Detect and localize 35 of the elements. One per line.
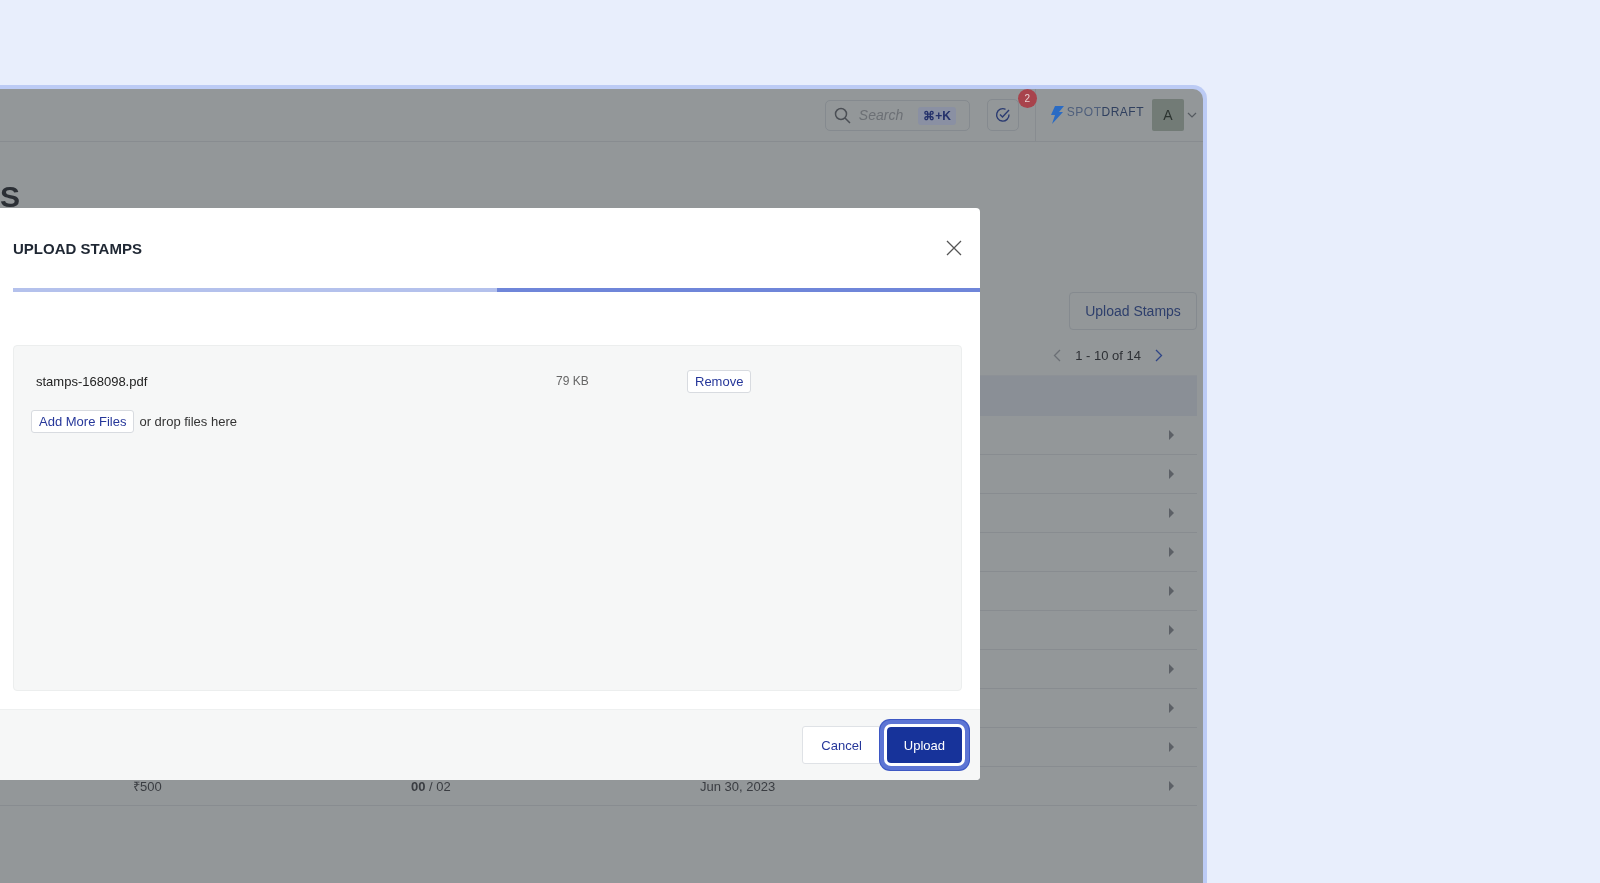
close-icon[interactable] bbox=[946, 240, 962, 256]
upload-stamps-button[interactable]: Upload Stamps bbox=[1069, 292, 1197, 330]
caret-icon[interactable] bbox=[1168, 781, 1175, 791]
previous-icon[interactable] bbox=[1053, 348, 1062, 362]
check-circle-icon bbox=[994, 107, 1011, 123]
dialog-title: UPLOAD STAMPS bbox=[13, 239, 142, 257]
caret-icon[interactable] bbox=[1168, 703, 1175, 713]
caret-icon[interactable] bbox=[1168, 547, 1175, 557]
table-cell-text: ₹500 bbox=[133, 778, 162, 795]
notification-badge: 2 bbox=[1017, 89, 1037, 108]
drop-hint: or drop files here bbox=[139, 414, 237, 429]
caret-icon[interactable] bbox=[1168, 508, 1175, 518]
caret-icon[interactable] bbox=[1168, 430, 1175, 440]
file-size: 79 KB bbox=[556, 374, 590, 388]
shortcut-hint: ⌘+K bbox=[918, 106, 956, 125]
caret-icon[interactable] bbox=[1168, 664, 1175, 674]
page-title: S bbox=[0, 180, 21, 215]
caret-icon[interactable] bbox=[1168, 469, 1175, 479]
file-name: stamps-168098.pdf bbox=[36, 373, 149, 389]
cancel-button[interactable]: Cancel bbox=[802, 726, 881, 764]
tasks-button[interactable] bbox=[986, 99, 1019, 131]
drop-zone[interactable]: stamps-168098.pdf 79 KB Remove Add More Files or drop files here bbox=[13, 345, 962, 691]
bolt-icon bbox=[1049, 106, 1064, 124]
pagination-text: 1 - 10 of 14 bbox=[1075, 347, 1141, 363]
caret-icon[interactable] bbox=[1168, 625, 1175, 635]
remove-button[interactable]: Remove bbox=[687, 369, 752, 393]
add-files-button[interactable]: Add More Files bbox=[31, 410, 135, 433]
table-cell: 00 / 02 bbox=[411, 778, 451, 794]
caret-icon[interactable] bbox=[1168, 586, 1175, 596]
table-cell: Jun 30, 2023 bbox=[700, 778, 776, 794]
next-icon[interactable] bbox=[1155, 348, 1163, 362]
search-icon bbox=[833, 106, 851, 124]
caret-icon[interactable] bbox=[1168, 742, 1175, 752]
logo-text: SPOTDRAFT bbox=[1066, 105, 1144, 119]
chevron-down-icon[interactable] bbox=[1187, 112, 1197, 118]
